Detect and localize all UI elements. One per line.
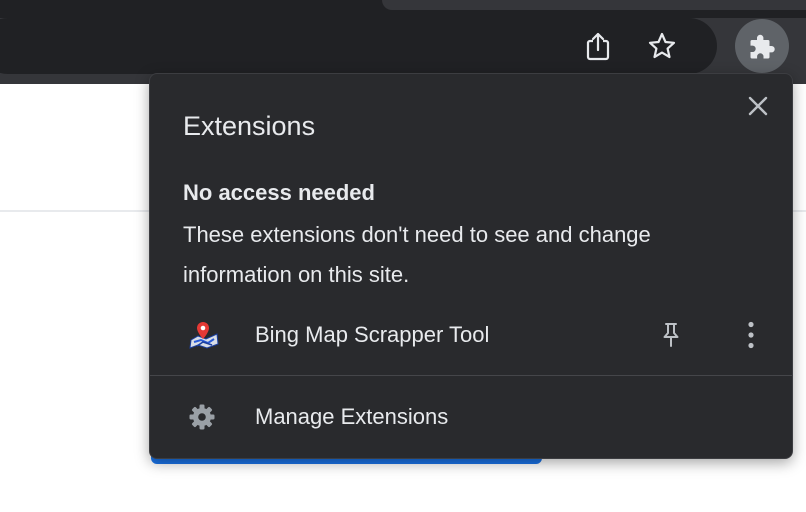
close-button[interactable] bbox=[742, 90, 774, 122]
extensions-popup: Extensions No access needed These extens… bbox=[149, 73, 793, 459]
pin-extension-button[interactable] bbox=[654, 318, 688, 352]
share-button[interactable] bbox=[577, 25, 619, 67]
bookmark-star-button[interactable] bbox=[641, 25, 683, 67]
puzzle-icon bbox=[750, 34, 775, 59]
section-heading: No access needed bbox=[183, 180, 375, 205]
divider bbox=[150, 375, 792, 376]
extension-item[interactable]: Bing Map Scrapper Tool bbox=[150, 310, 792, 360]
popup-title: Extensions bbox=[183, 111, 316, 141]
close-icon bbox=[748, 96, 768, 116]
manage-extensions-item[interactable]: Manage Extensions bbox=[150, 392, 792, 442]
manage-extensions-label: Manage Extensions bbox=[255, 404, 449, 429]
extension-name: Bing Map Scrapper Tool bbox=[255, 322, 490, 347]
extensions-button[interactable] bbox=[735, 19, 789, 73]
star-icon bbox=[648, 32, 676, 59]
pin-icon bbox=[663, 323, 679, 347]
more-vert-icon bbox=[748, 321, 754, 349]
map-pin-icon bbox=[189, 322, 219, 349]
active-tab-edge[interactable] bbox=[382, 0, 806, 10]
section-description: These extensions don't need to see and c… bbox=[183, 222, 651, 287]
tab-strip bbox=[0, 0, 806, 18]
gear-icon bbox=[189, 404, 215, 430]
address-bar[interactable] bbox=[0, 18, 717, 74]
share-icon bbox=[586, 32, 610, 61]
extension-menu-button[interactable] bbox=[734, 318, 768, 352]
